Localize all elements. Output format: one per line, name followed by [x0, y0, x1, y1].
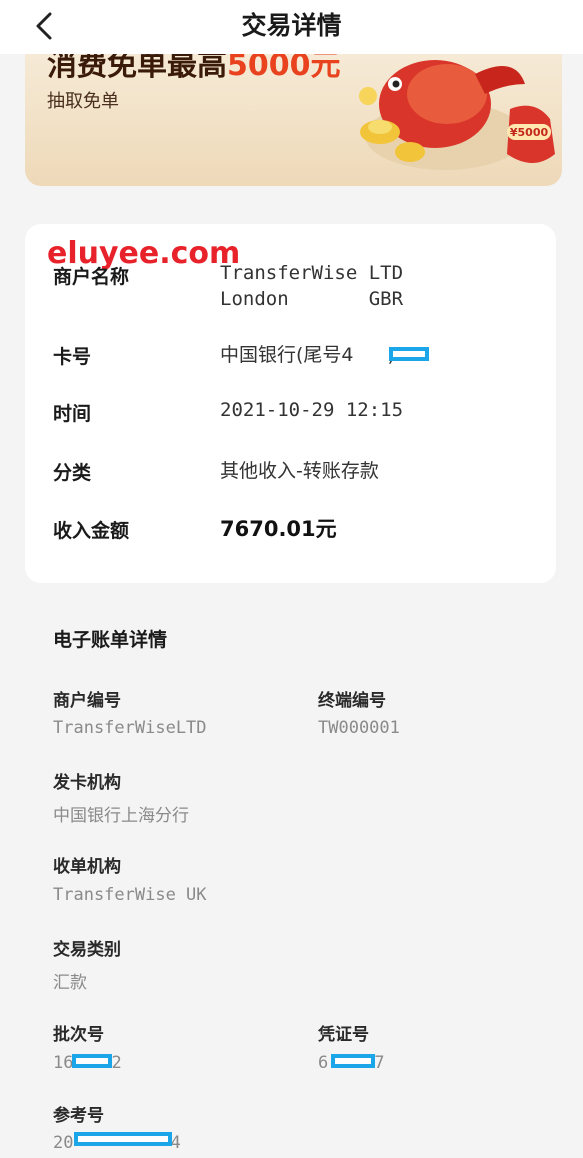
merchant-no-value: TransferWiseLTD	[53, 718, 207, 738]
koi-fish-illustration: ¥5000	[359, 60, 555, 170]
banner-badge: ¥5000	[510, 126, 549, 139]
time-label: 时间	[53, 403, 92, 425]
promo-banner[interactable]: 消费免单最高5000元 抽取免单 ¥5000	[25, 54, 562, 186]
banner-title: 消费免单最高5000元	[47, 54, 341, 83]
batch-no-label: 批次号	[53, 1025, 104, 1045]
acquirer-label: 收单机构	[53, 857, 121, 877]
merchant-value: TransferWise LTD London GBR	[220, 262, 404, 310]
category-value: 其他收入-转账存款	[220, 460, 379, 482]
time-value: 2021-10-29 12:15	[220, 399, 404, 421]
txn-type-value: 汇款	[53, 973, 87, 993]
issuer-label: 发卡机构	[53, 773, 121, 793]
acquirer-value: TransferWise UK	[53, 885, 207, 905]
merchant-label: 商户名称	[53, 266, 130, 288]
card-value: 中国银行(尾号4)	[220, 344, 395, 366]
card-label: 卡号	[53, 346, 92, 368]
ebill-section-title: 电子账单详情	[53, 629, 168, 651]
amount-value: 7670.01元	[220, 517, 337, 541]
voucher-no-label: 凭证号	[318, 1025, 369, 1045]
terminal-no-value: TW000001	[318, 718, 400, 738]
terminal-no-label: 终端编号	[318, 691, 386, 711]
transaction-card: eluyee.com 商户名称 TransferWise LTD London …	[25, 224, 556, 583]
redaction-box	[389, 347, 429, 361]
banner-link[interactable]: 抽取免单	[47, 87, 119, 113]
page-title: 交易详情	[241, 11, 342, 40]
redaction-box	[72, 1054, 112, 1068]
amount-label: 收入金额	[53, 520, 130, 542]
redaction-box	[331, 1054, 375, 1068]
txn-type-label: 交易类别	[53, 940, 121, 960]
merchant-no-label: 商户编号	[53, 691, 121, 711]
issuer-value: 中国银行上海分行	[53, 806, 189, 826]
top-bar: 交易详情	[0, 0, 583, 54]
category-label: 分类	[53, 462, 92, 484]
ref-no-label: 参考号	[53, 1106, 104, 1126]
redaction-box	[74, 1132, 172, 1146]
